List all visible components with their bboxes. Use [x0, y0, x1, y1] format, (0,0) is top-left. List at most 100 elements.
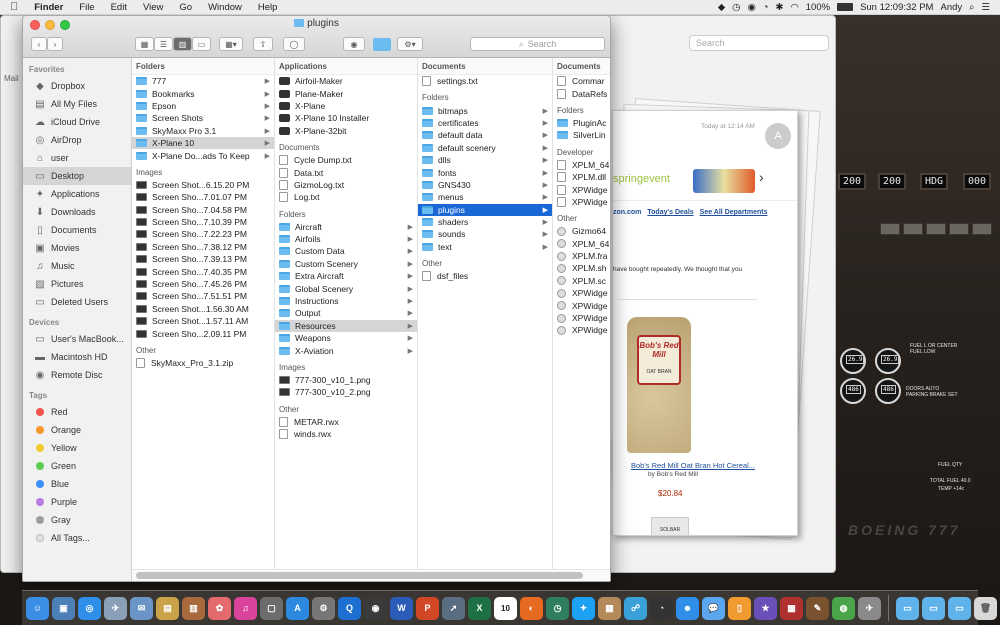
image-item[interactable]: Screen Sho...7.22.23 PM	[132, 228, 274, 240]
sidebar-item-deleted-users[interactable]: ▭ Deleted Users	[23, 293, 131, 311]
sidebar-tag-blue[interactable]: Blue	[23, 475, 131, 493]
app-item[interactable]: X-Plane 10 Installer	[275, 112, 417, 124]
menu-view[interactable]: View	[135, 2, 171, 13]
apple-icon[interactable]: 	[0, 1, 26, 13]
accessibility-icon[interactable]: ◉	[747, 2, 755, 13]
departments-link[interactable]: See All Departments	[700, 209, 768, 216]
camera-icon[interactable]: ◉	[364, 596, 387, 620]
mail-icon[interactable]: ✉	[130, 596, 153, 620]
image-item[interactable]: Screen Sho...7.01.07 PM	[132, 191, 274, 203]
maps-icon[interactable]: ◍	[832, 596, 855, 620]
app-item[interactable]: X-Plane	[275, 100, 417, 112]
sidebar-item-pictures[interactable]: ▨ Pictures	[23, 275, 131, 293]
folder-item[interactable]: Weapons ▶	[275, 332, 417, 344]
file-item[interactable]: METAR.rwx	[275, 416, 417, 428]
twitter-icon[interactable]: ✦	[572, 596, 595, 620]
photos-browser-icon[interactable]: ✈	[104, 596, 127, 620]
folder-item[interactable]: plugins ▶	[418, 203, 552, 216]
search-field[interactable]: ⌕ Search	[470, 37, 605, 51]
file-item[interactable]: XPWidge	[553, 183, 610, 195]
banner-next-arrow-icon[interactable]: ›	[759, 169, 764, 185]
applications-folder-icon[interactable]: ▭	[896, 596, 919, 620]
back-button[interactable]: ‹	[31, 37, 47, 51]
app-item[interactable]: Plane-Maker	[275, 87, 417, 99]
column-view-button[interactable]: ▥	[173, 37, 192, 51]
screen-sharing-icon[interactable]: ☻	[676, 596, 699, 620]
file-item[interactable]: dsf_files	[418, 270, 552, 282]
clock[interactable]: Sun 12:09:32 PM	[860, 2, 933, 13]
notification-center-icon[interactable]: ☰	[981, 2, 990, 13]
sidebar-item-desktop[interactable]: ▭ Desktop	[23, 167, 131, 185]
file-item[interactable]: Data.txt	[275, 166, 417, 178]
file-item[interactable]: XPWidge	[553, 196, 610, 208]
contacts-icon[interactable]: ▥	[182, 596, 205, 620]
title-bar[interactable]: plugins ‹ › ▦ ☰ ▥ ▭ ▦▾ ⇧ ◯ ◉ ⚙▾ ⌕ Search	[23, 16, 610, 58]
folder-item[interactable]: bitmaps ▶	[418, 104, 552, 116]
calendar-icon[interactable]: 10	[494, 596, 517, 620]
image-item[interactable]: Screen Sho...7.40.35 PM	[132, 265, 274, 277]
folder-item[interactable]: menus ▶	[418, 191, 552, 203]
ibooks-icon[interactable]: ▯	[728, 596, 751, 620]
sidebar-tag-yellow[interactable]: Yellow	[23, 439, 131, 457]
time-machine-icon[interactable]: ◷	[546, 596, 569, 620]
word-icon[interactable]: W	[390, 596, 413, 620]
excel-icon[interactable]: X	[468, 596, 491, 620]
image-item[interactable]: Screen Sho...7.45.26 PM	[132, 278, 274, 290]
utility-icon[interactable]: ✎	[806, 596, 829, 620]
app-item[interactable]: Airfoil-Maker	[275, 75, 417, 87]
folder-item[interactable]: dlls ▶	[418, 154, 552, 166]
promo-banner[interactable]: springevent ›	[613, 165, 797, 201]
file-item[interactable]: XPWidge	[553, 312, 610, 324]
product-image[interactable]: Bob's Red Mill OAT BRAN	[627, 317, 691, 453]
folder-item[interactable]: Airfoils ▶	[275, 233, 417, 245]
sidebar-item-applications[interactable]: ✦ Applications	[23, 185, 131, 203]
textedit-icon[interactable]: ▢	[260, 596, 283, 620]
folder-item[interactable]: Screen Shots ▶	[132, 112, 274, 124]
documents-folder-icon[interactable]: ▭	[922, 596, 945, 620]
image-item[interactable]: Screen Shot...6.15.20 PM	[132, 179, 274, 191]
sidebar-item-music[interactable]: ♫ Music	[23, 257, 131, 275]
preview-icon[interactable]: ▣	[52, 596, 75, 620]
image-item[interactable]: Screen Sho...7.39.13 PM	[132, 253, 274, 265]
user-name[interactable]: Andy	[940, 2, 962, 13]
folder-item[interactable]: Resources ▶	[275, 319, 417, 333]
file-item[interactable]: XPWidge	[553, 287, 610, 299]
folder-item[interactable]: X-Plane 10 ▶	[132, 136, 274, 150]
file-item[interactable]: GizmoLog.txt	[275, 179, 417, 191]
downloads-folder-icon[interactable]: ▭	[948, 596, 971, 620]
sidebar-tag-red[interactable]: Red	[23, 403, 131, 421]
folder-item[interactable]: Instructions ▶	[275, 295, 417, 307]
folder-item[interactable]: GNS430 ▶	[418, 179, 552, 191]
folder-item[interactable]: SilverLin	[553, 129, 610, 141]
sidebar-tag-purple[interactable]: Purple	[23, 493, 131, 511]
folder-item[interactable]: X-Plane Do...ads To Keep ▶	[132, 149, 274, 161]
menu-window[interactable]: Window	[200, 2, 250, 13]
network-icon[interactable]: ☍	[624, 596, 647, 620]
file-item[interactable]: winds.rwx	[275, 428, 417, 440]
firefox-icon[interactable]: ◐	[520, 596, 543, 620]
image-item[interactable]: Screen Sho...7.38.12 PM	[132, 241, 274, 253]
trash-icon[interactable]: 🗑	[974, 596, 997, 620]
folder-item[interactable]: Bookmarks ▶	[132, 87, 274, 99]
menu-go[interactable]: Go	[171, 2, 200, 13]
share-button[interactable]: ⇧	[253, 37, 273, 51]
folder-item[interactable]: SkyMaxx Pro 3.1 ▶	[132, 125, 274, 137]
list-view-button[interactable]: ☰	[154, 37, 173, 51]
folder-proxy-icon[interactable]	[373, 38, 391, 51]
app-store-icon[interactable]: A	[286, 596, 309, 620]
folder-item[interactable]: PluginAc	[553, 117, 610, 129]
sidebar-item-user[interactable]: ⌂ user	[23, 149, 131, 167]
finder-icon[interactable]: ☺	[26, 596, 49, 620]
horizontal-scrollbar-thumb[interactable]	[136, 572, 583, 579]
column-2[interactable]: Applications Airfoil-Maker Plane-Maker X-P…	[275, 58, 418, 581]
image-item[interactable]: Screen Shot...1.56.30 AM	[132, 303, 274, 315]
file-item[interactable]: DataRefs	[553, 87, 610, 99]
folder-item[interactable]: shaders ▶	[418, 216, 552, 228]
sidebar-item-icloud-drive[interactable]: ☁ iCloud Drive	[23, 113, 131, 131]
quick-look-button[interactable]: ◉	[343, 37, 365, 51]
folder-item[interactable]: Output ▶	[275, 307, 417, 319]
launchpad-icon[interactable]: ➚	[442, 596, 465, 620]
sidebar-item-downloads[interactable]: ⬇ Downloads	[23, 203, 131, 221]
image-item[interactable]: 777-300_v10_2.png	[275, 386, 417, 398]
spotlight-icon[interactable]: ⌕	[969, 2, 974, 13]
